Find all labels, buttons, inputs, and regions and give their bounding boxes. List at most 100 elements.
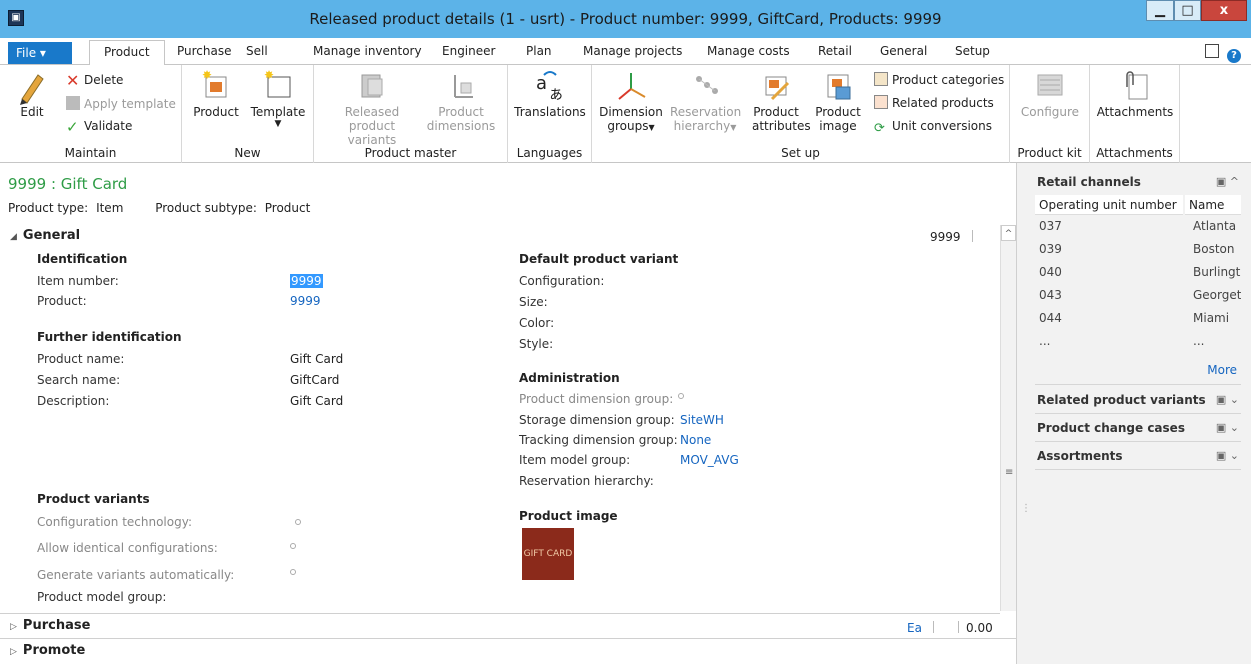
- storage-dimension-group-link[interactable]: SiteWH: [680, 413, 724, 427]
- apply-template-button[interactable]: Apply template: [66, 96, 176, 111]
- collapse-triangle-icon: ◢: [10, 232, 17, 242]
- column-header-name[interactable]: Name: [1185, 195, 1241, 215]
- row-2-unit[interactable]: 040: [1039, 265, 1062, 279]
- related-variants-title[interactable]: Related product variants: [1037, 393, 1206, 407]
- tab-setup[interactable]: Setup: [955, 44, 990, 58]
- pin-icon[interactable]: ▣: [1216, 449, 1226, 462]
- product-dimensions-label-1: Product: [438, 105, 484, 119]
- search-name-value[interactable]: GiftCard: [290, 373, 339, 387]
- retail-channels-controls[interactable]: ▣ ^: [1216, 175, 1239, 188]
- delete-x-icon: ✕: [66, 71, 80, 90]
- row-3-unit[interactable]: 043: [1039, 288, 1062, 302]
- tab-engineer[interactable]: Engineer: [442, 44, 495, 58]
- related-products-button[interactable]: Related products: [874, 95, 994, 110]
- pin-icon[interactable]: ▣: [1216, 393, 1226, 406]
- product-categories-button[interactable]: Product categories: [874, 72, 1004, 87]
- row-0-name[interactable]: Atlanta: [1193, 219, 1236, 233]
- new-template-button[interactable]: ✸ Template ▼: [250, 68, 306, 129]
- tab-manage-projects[interactable]: Manage projects: [583, 44, 682, 58]
- delete-button[interactable]: ✕ Delete: [66, 73, 123, 89]
- product-image-button[interactable]: Product image: [814, 69, 862, 133]
- validate-label: Validate: [84, 119, 133, 133]
- product-link[interactable]: 9999: [290, 294, 321, 308]
- column-header-operating-unit[interactable]: Operating unit number: [1035, 195, 1183, 215]
- summary-divider: [972, 230, 973, 242]
- tab-sell[interactable]: Sell: [246, 44, 268, 58]
- general-summary: 9999: [930, 230, 961, 244]
- allow-identical-indicator: [290, 543, 296, 549]
- translations-button[interactable]: aぁ Translations: [512, 69, 588, 119]
- assortments-controls[interactable]: ▣ ⌄: [1216, 449, 1239, 462]
- edit-button[interactable]: Edit: [12, 69, 52, 119]
- gift-card-image[interactable]: GIFT CARD: [522, 528, 574, 580]
- pin-icon[interactable]: ▣: [1216, 421, 1226, 434]
- tab-manage-costs[interactable]: Manage costs: [707, 44, 790, 58]
- row-1-unit[interactable]: 039: [1039, 242, 1062, 256]
- file-menu-button[interactable]: File ▾: [8, 42, 72, 64]
- chevron-down-icon[interactable]: ⌄: [1230, 421, 1239, 434]
- help-icon[interactable]: ?: [1227, 49, 1241, 63]
- row-3-name[interactable]: Georgeto: [1193, 288, 1241, 302]
- minimize-button[interactable]: ▁: [1146, 0, 1174, 21]
- configure-button[interactable]: Configure: [1016, 69, 1084, 119]
- item-number-value[interactable]: 9999: [290, 274, 323, 288]
- maximize-button[interactable]: □: [1174, 0, 1201, 21]
- layout-icon[interactable]: [1205, 44, 1219, 58]
- row-2-name[interactable]: Burlingto: [1193, 265, 1241, 279]
- chevron-down-icon: ▾: [39, 46, 46, 60]
- tab-retail[interactable]: Retail: [818, 44, 852, 58]
- tab-general[interactable]: General: [880, 44, 927, 58]
- item-model-group-link[interactable]: MOV_AVG: [680, 453, 739, 467]
- scroll-grip-icon[interactable]: ≡: [1005, 467, 1013, 478]
- section-general-header[interactable]: ◢ General: [10, 228, 80, 243]
- scroll-up-icon[interactable]: ^: [1001, 225, 1016, 241]
- product-variants-title: Product variants: [37, 492, 150, 506]
- change-cases-controls[interactable]: ▣ ⌄: [1216, 421, 1239, 434]
- tracking-dimension-group-label: Tracking dimension group:: [519, 433, 678, 447]
- collapse-up-icon[interactable]: ^: [1230, 175, 1239, 188]
- reservation-label-2: hierarchy: [673, 119, 731, 133]
- pdg-indicator: [678, 393, 684, 399]
- pencil-icon: [16, 69, 48, 105]
- chevron-down-icon[interactable]: ⌄: [1230, 393, 1239, 406]
- section-promote-header[interactable]: ▷ Promote: [10, 643, 85, 658]
- tab-plan[interactable]: Plan: [526, 44, 552, 58]
- tab-purchase[interactable]: Purchase: [177, 44, 232, 58]
- dimension-groups-label-2: groups: [607, 119, 649, 133]
- product-attributes-button[interactable]: Product attributes: [752, 69, 811, 133]
- reservation-hierarchy-button[interactable]: Reservation hierarchy▼: [670, 69, 741, 133]
- row-0-unit[interactable]: 037: [1039, 219, 1062, 233]
- tracking-dimension-group-link[interactable]: None: [680, 433, 711, 447]
- product-dimensions-button[interactable]: Product dimensions: [426, 69, 496, 133]
- style-label: Style:: [519, 337, 554, 351]
- related-variants-controls[interactable]: ▣ ⌄: [1216, 393, 1239, 406]
- assortments-title[interactable]: Assortments: [1037, 449, 1123, 463]
- row-4-unit[interactable]: 044: [1039, 311, 1062, 325]
- description-value[interactable]: Gift Card: [290, 394, 343, 408]
- group-attachments: Attachments Attachments: [1090, 65, 1180, 163]
- new-template-icon: ✸: [262, 68, 294, 101]
- tab-product[interactable]: Product: [89, 40, 165, 66]
- item-model-group-label: Item model group:: [519, 453, 631, 467]
- tab-manage-inventory[interactable]: Manage inventory: [313, 44, 422, 58]
- row-4-name[interactable]: Miami: [1193, 311, 1229, 325]
- validate-button[interactable]: ✓ Validate: [66, 119, 132, 135]
- product-name-value[interactable]: Gift Card: [290, 352, 343, 366]
- pin-icon[interactable]: ▣: [1216, 175, 1226, 188]
- unit-conversions-button[interactable]: ⟳ Unit conversions: [874, 119, 992, 136]
- chevron-down-icon[interactable]: ⌄: [1230, 449, 1239, 462]
- new-product-button[interactable]: ✸ Product: [190, 68, 242, 119]
- attachments-button[interactable]: Attachments: [1094, 69, 1176, 119]
- retail-channels-title[interactable]: Retail channels: [1037, 175, 1141, 189]
- more-link[interactable]: More: [1207, 363, 1237, 377]
- released-product-variants-button[interactable]: Released product variants: [320, 69, 424, 147]
- dimension-groups-button[interactable]: Dimension groups▼: [598, 69, 664, 133]
- close-button[interactable]: x: [1201, 0, 1247, 21]
- administration-title: Administration: [519, 371, 620, 385]
- group-label-product-master: Product master: [364, 146, 457, 160]
- vertical-scrollbar[interactable]: ^ ≡: [1000, 225, 1016, 611]
- row-1-name[interactable]: Boston: [1193, 242, 1234, 256]
- pane-resize-grip-icon[interactable]: ⋮: [1021, 503, 1031, 514]
- section-purchase-header[interactable]: ▷ Purchase: [10, 618, 90, 633]
- change-cases-title[interactable]: Product change cases: [1037, 421, 1185, 435]
